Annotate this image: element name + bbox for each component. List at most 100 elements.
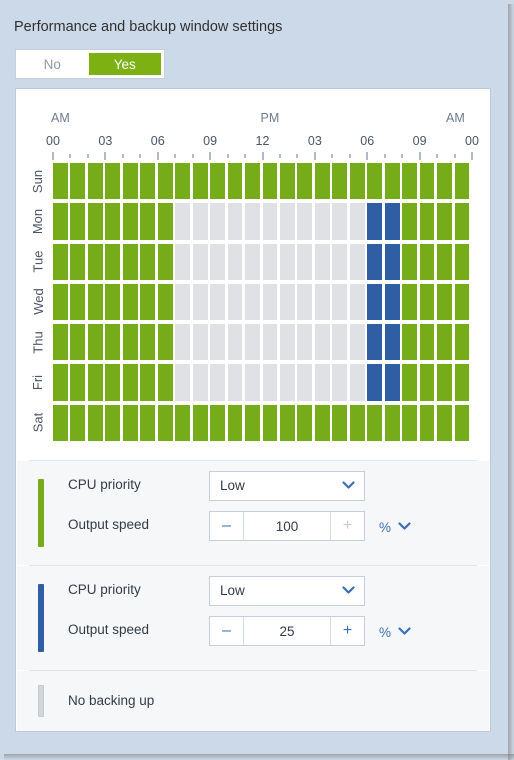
cpu-priority-select-green[interactable]: Low [209,471,365,501]
schedule-cell[interactable] [105,203,121,240]
output-speed-value-blue[interactable]: 25 [244,617,330,645]
schedule-cell[interactable] [105,243,121,280]
schedule-cell[interactable] [332,404,348,441]
schedule-cell[interactable] [384,404,400,441]
schedule-cell[interactable] [227,324,243,361]
schedule-cell[interactable] [279,324,295,361]
schedule-cell[interactable] [210,404,225,441]
schedule-cell[interactable] [384,243,400,280]
schedule-cell[interactable] [70,364,86,401]
schedule-cell[interactable] [70,163,86,200]
schedule-cell[interactable] [157,243,173,280]
schedule-cell[interactable] [140,364,156,401]
schedule-cell[interactable] [297,404,313,441]
schedule-cell[interactable] [70,404,86,441]
schedule-cell[interactable] [210,243,225,280]
schedule-cell[interactable] [53,404,68,441]
schedule-cell[interactable] [384,324,400,361]
enable-backup-window-toggle[interactable]: No Yes [15,49,165,79]
schedule-cell[interactable] [314,364,330,401]
schedule-cell[interactable] [192,364,208,401]
schedule-cell[interactable] [437,203,452,240]
schedule-cell[interactable] [105,404,121,441]
schedule-cell[interactable] [140,243,156,280]
schedule-cell[interactable] [297,163,313,200]
schedule-cell[interactable] [210,283,225,321]
schedule-cell[interactable] [157,163,173,200]
schedule-cell[interactable] [122,243,138,280]
schedule-cell[interactable] [122,324,138,361]
output-speed-increment-blue[interactable]: + [330,617,364,645]
schedule-cell[interactable] [53,243,68,280]
schedule-cell[interactable] [314,404,330,441]
schedule-cell[interactable] [175,364,191,401]
schedule-cell[interactable] [262,283,278,321]
schedule-cell[interactable] [297,364,313,401]
schedule-cell[interactable] [454,283,470,321]
output-speed-increment-green[interactable]: + [330,512,364,540]
schedule-cell[interactable] [349,203,365,240]
schedule-cell[interactable] [140,163,156,200]
schedule-cell[interactable] [122,364,138,401]
toggle-option-yes[interactable]: Yes [88,53,161,75]
schedule-cell[interactable] [262,324,278,361]
schedule-cell[interactable] [419,283,435,321]
schedule-cell[interactable] [419,324,435,361]
schedule-cell[interactable] [210,203,225,240]
output-speed-decrement-blue[interactable]: – [210,617,244,645]
toggle-option-no[interactable]: No [16,50,89,78]
output-speed-stepper-green[interactable]: – 100 + [209,511,365,541]
schedule-cell[interactable] [384,163,400,200]
schedule-cell[interactable] [419,203,435,240]
schedule-cell[interactable] [210,163,225,200]
schedule-cell[interactable] [367,243,383,280]
schedule-cell[interactable] [314,203,330,240]
schedule-cell[interactable] [70,283,86,321]
schedule-cell[interactable] [349,324,365,361]
schedule-cell[interactable] [332,203,348,240]
schedule-cell[interactable] [192,243,208,280]
schedule-cell[interactable] [245,364,260,401]
schedule-cell[interactable] [402,163,417,200]
schedule-cell[interactable] [87,243,103,280]
schedule-cell[interactable] [437,283,452,321]
schedule-cell[interactable] [454,324,470,361]
schedule-cell[interactable] [349,243,365,280]
schedule-cell[interactable] [437,324,452,361]
schedule-cell[interactable] [454,203,470,240]
schedule-cell[interactable] [140,404,156,441]
schedule-cell[interactable] [349,283,365,321]
schedule-cell[interactable] [367,203,383,240]
schedule-cell[interactable] [227,163,243,200]
schedule-cell[interactable] [175,324,191,361]
schedule-cell[interactable] [105,163,121,200]
schedule-cell[interactable] [384,364,400,401]
schedule-cell[interactable] [367,283,383,321]
schedule-cell[interactable] [279,404,295,441]
schedule-cell[interactable] [192,283,208,321]
schedule-cell[interactable] [349,163,365,200]
schedule-cell[interactable] [332,163,348,200]
schedule-cell[interactable] [367,324,383,361]
schedule-cell[interactable] [367,163,383,200]
schedule-cell[interactable] [87,324,103,361]
schedule-cell[interactable] [175,203,191,240]
schedule-cell[interactable] [87,163,103,200]
schedule-cell[interactable] [53,163,68,200]
schedule-cell[interactable] [262,203,278,240]
schedule-cell[interactable] [437,364,452,401]
schedule-cell[interactable] [349,364,365,401]
schedule-cell[interactable] [384,203,400,240]
schedule-grid[interactable]: Sun Mon Tue Wed Thu Fri Sat [16,161,490,443]
schedule-cell[interactable] [262,404,278,441]
schedule-cell[interactable] [227,243,243,280]
schedule-cell[interactable] [192,324,208,361]
schedule-cell[interactable] [53,203,68,240]
schedule-cell[interactable] [227,283,243,321]
output-speed-unit-select-green[interactable]: % [379,518,411,536]
schedule-cell[interactable] [122,283,138,321]
schedule-cell[interactable] [279,243,295,280]
schedule-cell[interactable] [192,203,208,240]
schedule-cell[interactable] [297,243,313,280]
schedule-cell[interactable] [419,163,435,200]
